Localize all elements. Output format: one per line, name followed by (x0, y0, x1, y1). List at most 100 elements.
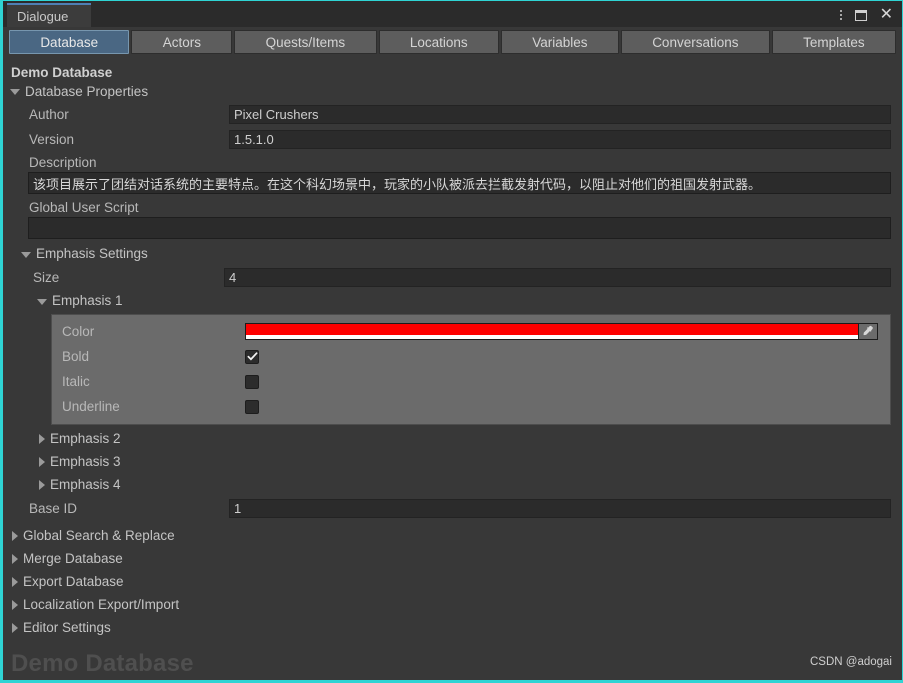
description-input[interactable]: 该项目展示了团结对话系统的主要特点。在这个科幻场景中，玩家的小队被派去拦截发射代… (28, 172, 891, 194)
foldout-database-properties-label: Database Properties (25, 83, 149, 99)
author-label: Author (29, 107, 69, 122)
tab-locations[interactable]: Locations (378, 30, 499, 54)
emphasis-italic-checkbox[interactable] (245, 374, 259, 389)
row-version: Version 1.5.1.0 (3, 127, 902, 152)
tab-variables-label: Variables (532, 34, 588, 50)
foldout-localization-export-import-label: Localization Export/Import (23, 597, 180, 612)
chevron-right-icon (12, 553, 18, 564)
chevron-right-icon (12, 530, 18, 541)
window-tab-dialogue[interactable]: Dialogue (7, 3, 91, 27)
foldout-export-database[interactable]: Export Database (10, 570, 902, 593)
foldout-emphasis-2[interactable]: Emphasis 2 (3, 427, 902, 450)
window-controls: ✕ (839, 7, 902, 27)
eyedropper-icon[interactable] (858, 324, 877, 339)
window-titlebar: Dialogue ✕ (3, 1, 902, 27)
emphasis-size-input[interactable]: 4 (224, 267, 891, 287)
foldout-emphasis-1-label: Emphasis 1 (52, 293, 123, 308)
background-watermark-title: Demo Database (11, 650, 194, 677)
emphasis-bold-checkbox[interactable] (245, 349, 259, 364)
tab-templates[interactable]: Templates (771, 30, 896, 54)
row-emphasis-bold: Bold (52, 344, 890, 369)
check-icon (247, 352, 257, 361)
tab-templates-label: Templates (803, 34, 865, 50)
tab-actors[interactable]: Actors (131, 30, 233, 54)
foldout-database-properties[interactable]: Database Properties (10, 80, 902, 102)
version-label: Version (29, 132, 75, 147)
dialogue-system-editor-window: Dialogue ✕ Database Actors Quests/Items … (0, 0, 903, 683)
foldout-emphasis-3-label: Emphasis 3 (50, 454, 121, 469)
tab-locations-label: Locations (409, 34, 468, 50)
chevron-right-icon (39, 456, 45, 467)
author-input[interactable]: Pixel Crushers (229, 105, 891, 124)
row-emphasis-italic: Italic (52, 369, 890, 394)
tab-quests-items[interactable]: Quests/Items (234, 30, 377, 54)
color-swatch-alpha (246, 335, 858, 339)
foldout-global-search-replace-label: Global Search & Replace (23, 528, 175, 543)
foldout-localization-export-import[interactable]: Localization Export/Import (10, 593, 902, 616)
base-id-input[interactable]: 1 (229, 499, 891, 518)
foldout-export-database-label: Export Database (23, 574, 124, 589)
foldout-merge-database[interactable]: Merge Database (10, 547, 902, 570)
maximize-icon[interactable] (854, 9, 867, 21)
kebab-dot (839, 10, 842, 12)
foldout-emphasis-4-label: Emphasis 4 (50, 477, 121, 492)
row-author: Author Pixel Crushers (3, 102, 902, 127)
kebab-dot (839, 14, 842, 16)
base-id-label: Base ID (29, 501, 78, 516)
foldout-emphasis-3[interactable]: Emphasis 3 (3, 450, 902, 473)
description-label: Description (29, 155, 97, 170)
foldout-emphasis-1[interactable]: Emphasis 1 (3, 289, 902, 312)
kebab-menu-icon[interactable] (839, 8, 842, 22)
bottom-sections: Global Search & Replace Merge Database E… (3, 524, 902, 639)
global-user-script-group: Global User Script (3, 197, 902, 239)
emphasis-1-panel: Color Bold Italic Underline (51, 314, 891, 425)
emphasis-bold-label: Bold (62, 349, 90, 364)
emphasis-italic-label: Italic (62, 374, 90, 389)
database-properties-section: Database Properties (3, 80, 902, 102)
foldout-editor-settings-label: Editor Settings (23, 620, 111, 635)
database-tab-content: Demo Database Database Properties Author… (3, 56, 902, 680)
tab-variables[interactable]: Variables (500, 30, 619, 54)
foldout-editor-settings[interactable]: Editor Settings (10, 616, 902, 639)
tab-database[interactable]: Database (9, 30, 130, 54)
description-group: Description 该项目展示了团结对话系统的主要特点。在这个科幻场景中，玩… (3, 152, 902, 194)
row-emphasis-color: Color (52, 319, 890, 344)
page-title: Demo Database (11, 65, 113, 80)
global-user-script-input[interactable] (28, 217, 891, 239)
emphasis-underline-label: Underline (62, 399, 120, 414)
chevron-down-icon (21, 251, 31, 258)
window-tab-label: Dialogue (17, 8, 69, 24)
chevron-right-icon (12, 576, 18, 587)
chevron-down-icon (10, 89, 20, 95)
chevron-right-icon (39, 433, 45, 444)
chevron-right-icon (12, 599, 18, 610)
color-swatch-rgb (246, 324, 858, 335)
emphasis-size-label: Size (33, 269, 60, 285)
tab-actors-label: Actors (162, 34, 202, 50)
credit-watermark: CSDN @adogai (810, 656, 892, 668)
version-input[interactable]: 1.5.1.0 (229, 130, 891, 149)
tab-conversations[interactable]: Conversations (620, 30, 770, 54)
row-emphasis-size: Size 4 (3, 265, 902, 289)
tab-quests-items-label: Quests/Items (265, 34, 346, 50)
foldout-emphasis-2-label: Emphasis 2 (50, 431, 121, 446)
chevron-right-icon (12, 622, 18, 633)
eyedropper-glyph (863, 325, 873, 336)
foldout-global-search-replace[interactable]: Global Search & Replace (10, 524, 902, 547)
chevron-down-icon (37, 298, 47, 305)
emphasis-underline-checkbox[interactable] (245, 399, 259, 414)
close-icon[interactable]: ✕ (880, 7, 893, 23)
color-swatch (246, 324, 858, 339)
foldout-emphasis-settings[interactable]: Emphasis Settings (3, 242, 902, 265)
maximize-glyph (854, 9, 867, 21)
emphasis-color-field[interactable] (245, 323, 878, 340)
emphasis-color-label: Color (62, 324, 95, 339)
editor-tab-strip: Database Actors Quests/Items Locations V… (3, 27, 902, 56)
tab-database-label: Database (40, 34, 99, 50)
kebab-dot (839, 18, 842, 20)
row-base-id: Base ID 1 (3, 496, 902, 521)
foldout-merge-database-label: Merge Database (23, 551, 123, 566)
foldout-emphasis-settings-label: Emphasis Settings (36, 246, 148, 261)
tab-conversations-label: Conversations (652, 34, 739, 50)
foldout-emphasis-4[interactable]: Emphasis 4 (3, 473, 902, 496)
